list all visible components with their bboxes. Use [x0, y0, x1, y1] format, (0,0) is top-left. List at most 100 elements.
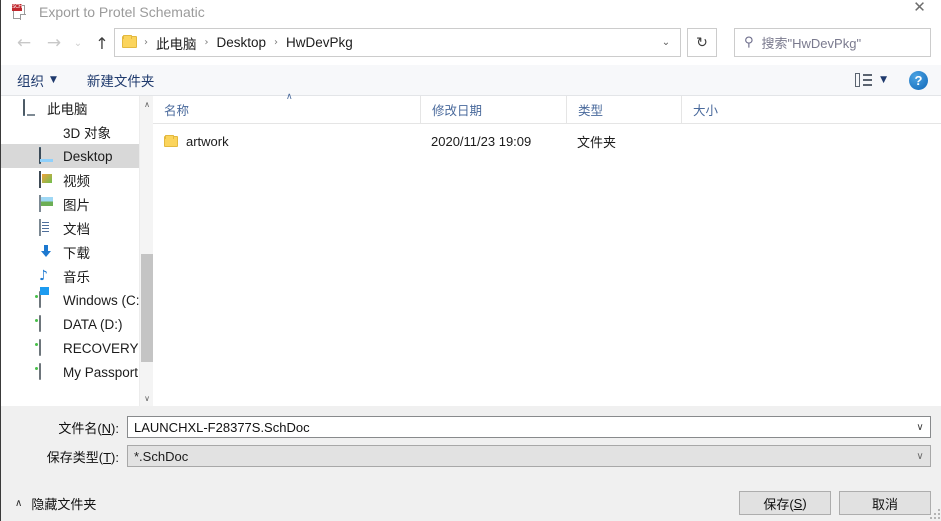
- sidebar-item-downloads[interactable]: 下载: [1, 240, 139, 264]
- forward-icon[interactable]: →: [39, 28, 69, 58]
- sidebar-scrollbar[interactable]: ∧ ∨: [139, 96, 153, 406]
- back-icon[interactable]: ←: [9, 28, 39, 58]
- sidebar-item-label: 文档: [63, 222, 90, 237]
- table-row[interactable]: artwork 2020/11/23 19:09 文件夹: [153, 129, 941, 154]
- file-date-cell: 2020/11/23 19:09: [431, 134, 532, 149]
- windows-drive-icon: [39, 291, 56, 308]
- filetype-value: *.SchDoc: [134, 448, 189, 464]
- file-list: artwork 2020/11/23 19:09 文件夹: [153, 124, 941, 154]
- save-button[interactable]: 保存(S): [739, 491, 831, 515]
- search-placeholder: 搜索"HwDevPkg": [761, 36, 862, 51]
- sidebar-item-data-d[interactable]: DATA (D:): [1, 312, 139, 336]
- column-header-size[interactable]: 大小: [681, 95, 764, 124]
- chevron-down-icon[interactable]: ⌄: [652, 29, 680, 56]
- title-bar: SCH Export to Protel Schematic ✕: [1, 0, 941, 24]
- file-size-cell: [681, 129, 764, 154]
- resize-grip[interactable]: [928, 507, 940, 519]
- sidebar-item-label: 此电脑: [47, 102, 88, 117]
- chevron-down-icon[interactable]: ∨: [910, 422, 930, 433]
- sidebar-list: 此电脑 3D 对象 Desktop 视频 图片 文档 下载 ♪ 音乐 Windo…: [1, 96, 153, 384]
- breadcrumb-separator: ›: [204, 37, 209, 48]
- sidebar-item-documents[interactable]: 文档: [1, 216, 139, 240]
- file-name-cell: artwork: [153, 129, 420, 154]
- sidebar-item-label: 视频: [63, 174, 90, 189]
- dialog-body: 此电脑 3D 对象 Desktop 视频 图片 文档 下载 ♪ 音乐 Windo…: [1, 92, 941, 406]
- up-icon[interactable]: ↑: [87, 28, 117, 58]
- sidebar-item-this-pc[interactable]: 此电脑: [1, 96, 139, 120]
- save-file-dialog: SCH Export to Protel Schematic ✕ ← → ⌄ ↑…: [0, 0, 941, 521]
- column-header-type[interactable]: 类型: [566, 95, 681, 124]
- filetype-row: 保存类型(T): *.SchDoc ∨: [1, 445, 931, 467]
- sidebar-item-label: Desktop: [63, 148, 113, 164]
- chevron-up-icon: ∧: [15, 498, 23, 509]
- filetype-select[interactable]: *.SchDoc ∨: [127, 445, 931, 467]
- videos-icon: [39, 171, 56, 188]
- breadcrumb-desktop[interactable]: Desktop: [215, 35, 269, 50]
- toolbar-right-group: ▼ ?: [855, 65, 941, 95]
- filename-row: 文件名(N): LAUNCHXL-F28377S.SchDoc ∨: [1, 416, 931, 438]
- scroll-up-icon[interactable]: ∧: [140, 96, 153, 112]
- pictures-icon: [39, 195, 56, 212]
- sidebar-item-my-passport[interactable]: My Passport (G: [1, 360, 153, 384]
- scroll-down-icon[interactable]: ∨: [140, 390, 153, 406]
- window-title: Export to Protel Schematic: [39, 4, 205, 20]
- sidebar-item-label: Windows (C:): [63, 292, 145, 308]
- folder-icon: [164, 134, 178, 148]
- organize-label: 组织: [17, 74, 44, 89]
- drive-icon: [39, 363, 56, 380]
- sidebar-item-windows-c[interactable]: Windows (C:): [1, 288, 144, 312]
- filetype-label: 保存类型(T):: [46, 449, 119, 465]
- hide-folders-label: 隐藏文件夹: [31, 497, 97, 512]
- chevron-down-icon: ▼: [50, 75, 57, 85]
- file-list-pane: 名称 ∧ 修改日期 类型 大小 artwork 2020/11/23 19:09…: [153, 92, 941, 406]
- sidebar-item-music[interactable]: ♪ 音乐: [1, 264, 139, 288]
- breadcrumb-hwdevpkg[interactable]: HwDevPkg: [284, 35, 355, 50]
- search-icon: ⚲: [744, 35, 754, 50]
- breadcrumb-separator: ›: [144, 37, 148, 48]
- column-header-date-modified[interactable]: 修改日期: [420, 95, 566, 124]
- file-name: artwork: [186, 134, 229, 149]
- drive-icon: [39, 339, 56, 356]
- documents-icon: [39, 219, 56, 236]
- address-bar[interactable]: › 此电脑 › Desktop › HwDevPkg ⌄: [114, 28, 681, 57]
- hide-folders-toggle[interactable]: ∧ 隐藏文件夹: [15, 494, 96, 513]
- column-header-row: 名称 ∧ 修改日期 类型 大小: [153, 92, 941, 124]
- 3d-objects-icon: [39, 124, 56, 140]
- view-layout-icon[interactable]: [855, 73, 873, 87]
- downloads-icon: [39, 244, 56, 260]
- schematic-document-icon: SCH: [12, 4, 28, 20]
- sidebar-item-videos[interactable]: 视频: [1, 168, 139, 192]
- refresh-icon[interactable]: ↻: [687, 28, 717, 57]
- filename-label: 文件名(N):: [58, 420, 119, 436]
- search-input[interactable]: ⚲ 搜索"HwDevPkg": [734, 28, 931, 57]
- sidebar-item-recovery-e[interactable]: RECOVERY (E:): [1, 336, 153, 360]
- chevron-down-icon[interactable]: ∨: [910, 451, 930, 462]
- drive-icon: [39, 315, 56, 332]
- sidebar-item-label: 下载: [63, 246, 90, 261]
- column-header-name[interactable]: 名称 ∧: [153, 92, 420, 124]
- close-icon[interactable]: ✕: [897, 0, 941, 22]
- file-type-cell: 文件夹: [577, 135, 617, 150]
- sidebar-item-3d-objects[interactable]: 3D 对象: [1, 120, 139, 144]
- sort-ascending-icon: ∧: [286, 91, 293, 102]
- sidebar-item-label: 图片: [63, 198, 90, 213]
- music-icon: ♪: [39, 268, 48, 284]
- organize-button[interactable]: 组织 ▼: [17, 65, 57, 95]
- filename-input[interactable]: LAUNCHXL-F28377S.SchDoc ∨: [127, 416, 931, 438]
- recent-locations-icon[interactable]: ⌄: [69, 28, 87, 58]
- sidebar-item-label: DATA (D:): [63, 316, 123, 332]
- breadcrumb-separator: ›: [274, 37, 279, 48]
- breadcrumb-this-pc[interactable]: 此电脑: [154, 33, 199, 53]
- cancel-button[interactable]: 取消: [839, 491, 931, 515]
- sidebar-item-label: 音乐: [63, 270, 90, 285]
- new-folder-button[interactable]: 新建文件夹: [87, 65, 155, 95]
- desktop-icon: [39, 147, 56, 164]
- sidebar-item-desktop[interactable]: Desktop: [1, 144, 139, 168]
- dialog-footer: 文件名(N): LAUNCHXL-F28377S.SchDoc ∨ 保存类型(T…: [1, 406, 941, 521]
- help-icon[interactable]: ?: [909, 70, 928, 90]
- this-pc-icon: [23, 99, 40, 116]
- sidebar-item-pictures[interactable]: 图片: [1, 192, 139, 216]
- scrollbar-thumb[interactable]: [141, 254, 153, 362]
- filename-value: LAUNCHXL-F28377S.SchDoc: [134, 419, 310, 435]
- chevron-down-icon[interactable]: ▼: [880, 75, 887, 85]
